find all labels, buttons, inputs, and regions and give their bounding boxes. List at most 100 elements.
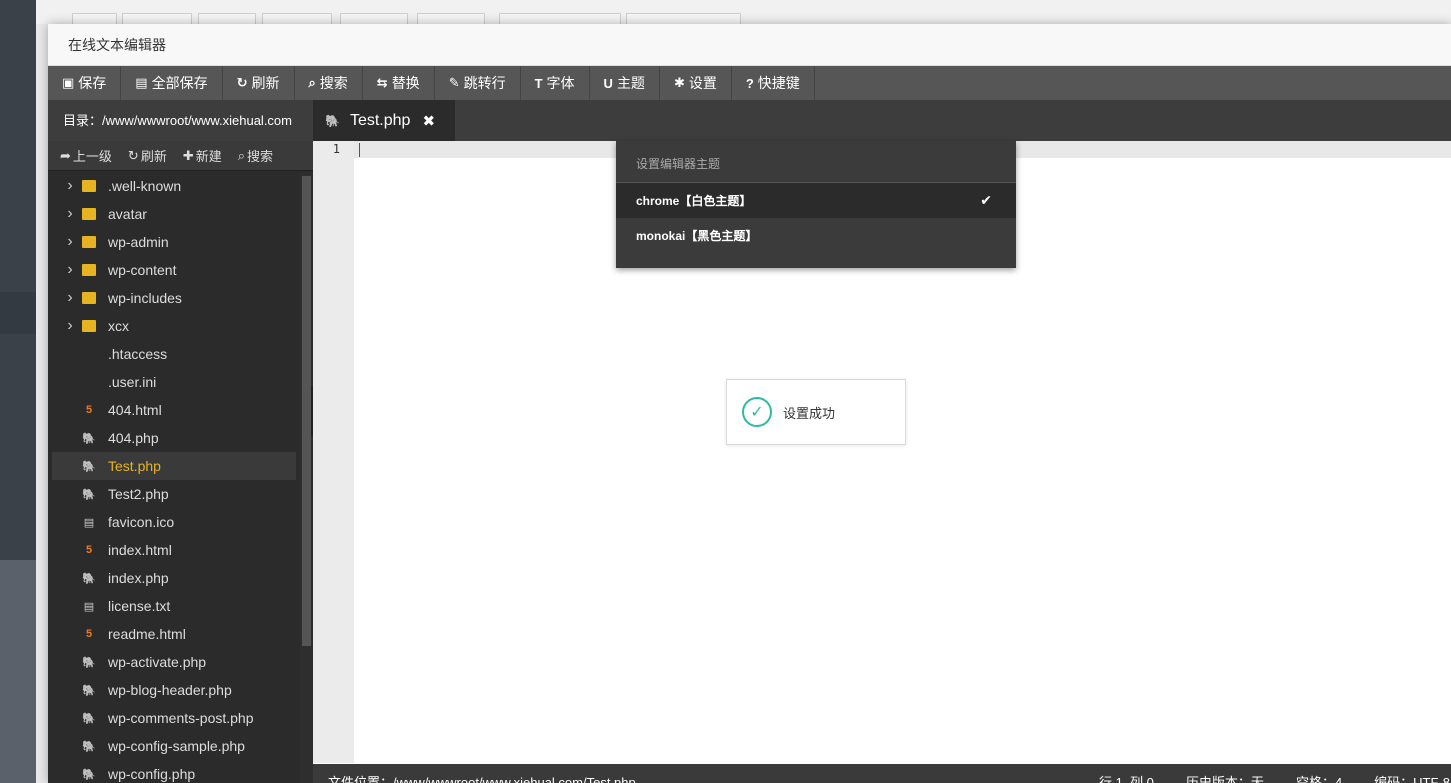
theme-option-label: chrome【白色主题】: [636, 194, 752, 208]
folder-item[interactable]: › wp-includes: [48, 284, 300, 312]
folder-item[interactable]: › avatar: [48, 200, 300, 228]
file-item[interactable]: 🐘 wp-config-sample.php: [48, 732, 300, 760]
toolbar-button-label: 字体: [546, 75, 575, 91]
sidebar-tool-button[interactable]: ↻ 刷新: [128, 146, 167, 165]
html5-icon: 5: [85, 544, 93, 556]
file-item[interactable]: 5 index.html: [48, 536, 300, 564]
php-icon: 🐘: [82, 432, 96, 445]
file-name: .user.ini: [108, 374, 157, 390]
php-icon: 🐘: [82, 656, 96, 669]
file-text-icon: ▤: [83, 516, 95, 529]
sidebar-toolbar: ➦ 上一级 ↻ 刷新 ✚ 新建 ⌕ 搜索: [48, 141, 313, 171]
replace-button[interactable]: ⇆ 替换: [363, 66, 435, 100]
success-toast: ✓ 设置成功: [726, 379, 906, 445]
pin-button[interactable]: ✎ 跳转行: [435, 66, 521, 100]
file-item[interactable]: 🐘 wp-blog-header.php: [48, 676, 300, 704]
background-menu-highlight: [0, 292, 36, 334]
file-name: wp-activate.php: [108, 654, 207, 670]
refresh-icon: ↻: [127, 147, 139, 163]
file-item[interactable]: ▤ favicon.ico: [48, 508, 300, 536]
theme-option-monokai[interactable]: monokai【黑色主题】: [616, 218, 1016, 253]
text-height-button[interactable]: T 字体: [521, 66, 590, 100]
file-item[interactable]: ▤ license.txt: [48, 592, 300, 620]
file-name: wp-includes: [108, 290, 182, 306]
refresh-icon: ↻: [236, 75, 248, 90]
search-icon: ⌕: [308, 75, 316, 90]
file-item[interactable]: 🐘 index.php: [48, 564, 300, 592]
search-icon: ⌕: [237, 147, 246, 163]
theme-option-chrome[interactable]: chrome【白色主题】 ✔: [616, 183, 1016, 218]
check-icon: ✔: [980, 192, 992, 208]
help-button[interactable]: ? 快捷键: [732, 66, 815, 100]
file-item[interactable]: 🐘 wp-config.php: [48, 760, 300, 783]
file-name: index.html: [108, 542, 172, 558]
indent-setting[interactable]: 空格：4: [1296, 772, 1342, 783]
file-item[interactable]: 🐘 wp-comments-post.php: [48, 704, 300, 732]
history-versions[interactable]: 历史版本：无: [1186, 772, 1264, 783]
encoding-setting[interactable]: 编码：UTF-8: [1374, 772, 1450, 783]
php-icon: 🐘: [82, 572, 96, 585]
toolbar-button-label: 设置: [688, 75, 717, 91]
background-toolbar: [36, 0, 1451, 27]
php-icon: 🐘: [82, 460, 96, 473]
line-number-gutter: 1: [313, 141, 354, 763]
magnet-button[interactable]: U 主题: [590, 66, 660, 100]
background-sidebar: [0, 0, 36, 783]
php-icon: 🐘: [325, 113, 340, 128]
chevron-right-icon: ›: [67, 233, 73, 250]
tab-test-php[interactable]: 🐘 Test.php ✖: [313, 100, 455, 141]
folder-item[interactable]: › xcx: [48, 312, 300, 340]
file-name: .well-known: [108, 178, 182, 194]
file-item[interactable]: 🐘 Test2.php: [48, 480, 300, 508]
folder-item[interactable]: › wp-content: [48, 256, 300, 284]
file-item[interactable]: .user.ini: [48, 368, 300, 396]
search-button[interactable]: ⌕ 搜索: [295, 66, 363, 100]
background-panel: [0, 560, 36, 783]
editor-toolbar: ▣ 保存 ▤ 全部保存 ↻ 刷新 ⌕ 搜索 ⇆ 替换 ✎ 跳转行 T 字体 U 主题 ✱ 设置? 快捷键: [48, 66, 1451, 100]
file-item[interactable]: 🐘 404.php: [48, 424, 300, 452]
gear-button[interactable]: ✱ 设置: [660, 66, 732, 100]
folder-icon: [82, 264, 96, 276]
directory-path: 目录：/www/wwwroot/www.xiehual.com: [48, 100, 313, 141]
folder-icon: [82, 292, 96, 304]
sidebar-scrollbar-thumb[interactable]: [302, 176, 311, 646]
save-icon: ▣: [62, 75, 75, 90]
file-name: 404.php: [108, 430, 159, 446]
chevron-right-icon: ›: [67, 261, 73, 278]
file-item[interactable]: 5 readme.html: [48, 620, 300, 648]
sidebar-tool-button[interactable]: ➦ 上一级: [60, 146, 112, 165]
sidebar-tool-label: 搜索: [247, 149, 274, 164]
file-name: wp-config-sample.php: [108, 738, 245, 754]
file-name: wp-admin: [108, 234, 169, 250]
folder-item[interactable]: › wp-admin: [48, 228, 300, 256]
save-all-button[interactable]: ▤ 全部保存: [121, 66, 223, 100]
text-height-icon: T: [534, 75, 543, 91]
php-icon: 🐘: [82, 768, 96, 781]
file-item[interactable]: 🐘 wp-activate.php: [48, 648, 300, 676]
toolbar-button-label: 保存: [78, 75, 107, 91]
sidebar-tool-label: 新建: [195, 149, 222, 164]
file-item[interactable]: 5 404.html: [48, 396, 300, 424]
text-cursor: [359, 143, 360, 157]
file-item[interactable]: 🐘 Test.php: [52, 452, 296, 480]
chevron-right-icon: ›: [67, 205, 73, 222]
close-icon[interactable]: ✖: [422, 112, 435, 130]
file-location: 文件位置：/www/wwwroot/www.xiehual.com/Test.p…: [328, 775, 636, 783]
file-name: license.txt: [108, 598, 171, 614]
toast-message: 设置成功: [783, 405, 836, 421]
sidebar-tool-button[interactable]: ✚ 新建: [183, 146, 222, 165]
php-icon: 🐘: [82, 684, 96, 697]
file-name: wp-blog-header.php: [108, 682, 232, 698]
file-name: index.php: [108, 570, 169, 586]
refresh-button[interactable]: ↻ 刷新: [223, 66, 295, 100]
window-title: 在线文本编辑器: [48, 24, 1451, 66]
sidebar-tool-button[interactable]: ⌕ 搜索: [238, 146, 273, 165]
folder-item[interactable]: › .well-known: [48, 172, 300, 200]
toolbar-button-label: 跳转行: [463, 75, 506, 91]
toolbar-button-label: 全部保存: [151, 75, 208, 91]
file-name: favicon.ico: [108, 514, 175, 530]
file-item[interactable]: .htaccess: [48, 340, 300, 368]
save-button[interactable]: ▣ 保存: [48, 66, 122, 100]
file-name: Test2.php: [108, 486, 169, 502]
file-name: wp-content: [108, 262, 177, 278]
